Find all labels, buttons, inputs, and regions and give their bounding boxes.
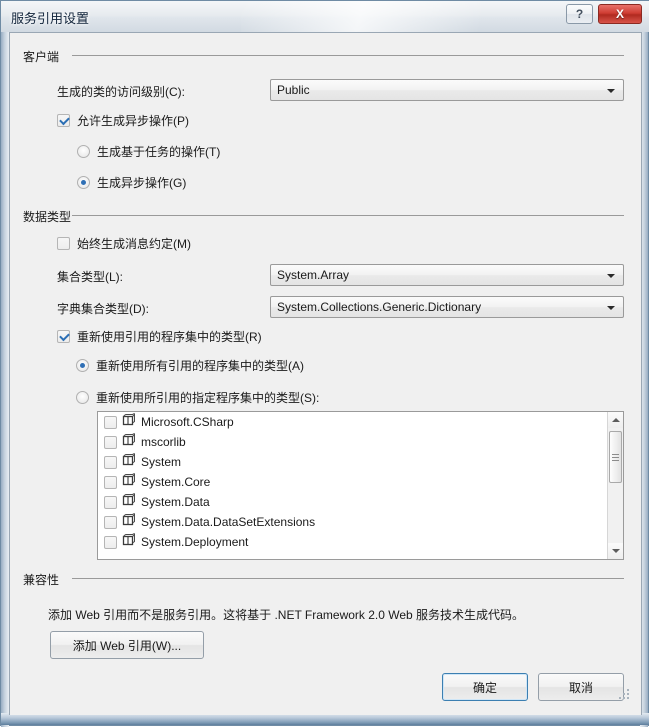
reuse-types-checkbox[interactable] xyxy=(57,330,70,343)
chevron-down-icon xyxy=(611,549,620,553)
reuse-all-label: 重新使用所有引用的程序集中的类型(A) xyxy=(96,359,304,373)
assembly-icon xyxy=(121,532,139,552)
reuse-specified-radio[interactable] xyxy=(76,391,89,404)
chevron-down-icon xyxy=(607,274,615,278)
assembly-name: System.Data.DataSetExtensions xyxy=(141,515,316,529)
add-web-reference-button[interactable]: 添加 Web 引用(W)... xyxy=(50,631,204,659)
assembly-checkbox[interactable] xyxy=(104,415,117,429)
assembly-icon xyxy=(121,412,139,432)
ok-button-label: 确定 xyxy=(472,680,497,695)
assembly-icon xyxy=(121,432,139,452)
always-message-contract-label: 始终生成消息约定(M) xyxy=(77,237,191,251)
chevron-down-icon xyxy=(607,306,615,310)
assembly-checkbox[interactable] xyxy=(104,455,117,469)
assembly-checkbox[interactable] xyxy=(104,515,117,529)
cancel-button[interactable]: 取消 xyxy=(538,673,624,701)
list-item[interactable]: System.Data xyxy=(98,492,623,512)
chevron-down-icon xyxy=(607,89,615,93)
assemblies-listbox[interactable]: Microsoft.CSharp mscorlib System System.Cor… xyxy=(97,411,624,560)
ok-button[interactable]: 确定 xyxy=(442,673,528,701)
assembly-name: Microsoft.CSharp xyxy=(141,415,234,429)
help-button[interactable]: ? xyxy=(566,4,593,24)
list-item[interactable]: Microsoft.CSharp xyxy=(98,412,623,432)
compatibility-description: 添加 Web 引用而不是服务引用。这将基于 .NET Framework 2.0… xyxy=(48,608,525,622)
group-separator-client xyxy=(72,55,624,56)
assembly-name: System xyxy=(141,455,182,469)
list-item[interactable]: System.Data.DataSetExtensions xyxy=(98,512,623,532)
title-bar[interactable]: 服务引用设置 ? X xyxy=(1,1,649,32)
task-based-radio[interactable] xyxy=(77,145,90,158)
group-label-data-types: 数据类型 xyxy=(23,210,72,224)
dictionary-type-label: 字典集合类型(D): xyxy=(57,302,149,316)
collection-type-value: System.Array xyxy=(277,268,350,282)
window-title: 服务引用设置 xyxy=(11,11,90,26)
collection-type-combobox[interactable]: System.Array xyxy=(270,264,624,286)
scrollbar-grip-icon xyxy=(612,454,619,461)
reuse-types-label: 重新使用引用的程序集中的类型(R) xyxy=(77,330,262,344)
assemblies-list: Microsoft.CSharp mscorlib System System.Cor… xyxy=(98,412,623,552)
list-item[interactable]: mscorlib xyxy=(98,432,623,452)
assembly-checkbox[interactable] xyxy=(104,535,117,549)
scrollbar-thumb[interactable] xyxy=(609,431,622,483)
access-level-value: Public xyxy=(277,83,310,97)
group-label-client: 客户端 xyxy=(23,50,60,64)
async-operations-label: 生成异步操作(G) xyxy=(97,176,187,190)
task-based-label: 生成基于任务的操作(T) xyxy=(97,145,221,159)
list-item[interactable]: System.Core xyxy=(98,472,623,492)
scroll-down-button[interactable] xyxy=(608,543,623,559)
assembly-name: mscorlib xyxy=(141,435,186,449)
cancel-button-label: 取消 xyxy=(568,680,593,695)
window-border-left xyxy=(1,1,9,727)
assembly-checkbox[interactable] xyxy=(104,495,117,509)
assembly-name: System.Core xyxy=(141,475,211,489)
allow-async-label: 允许生成异步操作(P) xyxy=(77,114,189,128)
title-bar-sheen xyxy=(241,1,541,32)
access-level-label: 生成的类的访问级别(C): xyxy=(57,85,185,99)
collection-type-label: 集合类型(L): xyxy=(57,270,124,284)
assembly-name: System.Deployment xyxy=(141,535,249,549)
group-separator-compatibility xyxy=(72,578,624,579)
chevron-up-icon xyxy=(611,418,620,422)
group-separator-data-types xyxy=(72,215,624,216)
assembly-icon xyxy=(121,472,139,492)
list-item[interactable]: System xyxy=(98,452,623,472)
always-message-contract-checkbox[interactable] xyxy=(57,237,70,250)
resize-grip-icon[interactable] xyxy=(617,687,629,699)
assembly-checkbox[interactable] xyxy=(104,435,117,449)
scroll-up-button[interactable] xyxy=(608,412,623,428)
assembly-icon xyxy=(121,512,139,532)
assembly-name: System.Data xyxy=(141,495,210,509)
assemblies-scrollbar[interactable] xyxy=(607,412,623,559)
async-operations-radio[interactable] xyxy=(77,176,90,189)
assembly-checkbox[interactable] xyxy=(104,475,117,489)
group-label-compatibility: 兼容性 xyxy=(23,573,60,587)
assembly-icon xyxy=(121,452,139,472)
reuse-specified-label: 重新使用所引用的指定程序集中的类型(S): xyxy=(96,391,320,405)
service-reference-settings-dialog: 服务引用设置 ? X 客户端 生成的类的访问级别(C): Public 允许生成… xyxy=(0,0,649,727)
list-item[interactable]: System.Deployment xyxy=(98,532,623,552)
dictionary-type-value: System.Collections.Generic.Dictionary xyxy=(277,300,482,314)
dictionary-type-combobox[interactable]: System.Collections.Generic.Dictionary xyxy=(270,296,624,318)
access-level-combobox[interactable]: Public xyxy=(270,79,624,101)
add-web-reference-label: 添加 Web 引用(W)... xyxy=(72,638,182,653)
dialog-client-area: 客户端 生成的类的访问级别(C): Public 允许生成异步操作(P) 生成基… xyxy=(9,32,642,715)
reuse-all-radio[interactable] xyxy=(76,359,89,372)
question-mark-icon: ? xyxy=(575,7,584,21)
close-button[interactable]: X xyxy=(598,4,642,24)
allow-async-checkbox[interactable] xyxy=(57,114,70,127)
close-x-icon: X xyxy=(615,7,624,21)
assembly-icon xyxy=(121,492,139,512)
